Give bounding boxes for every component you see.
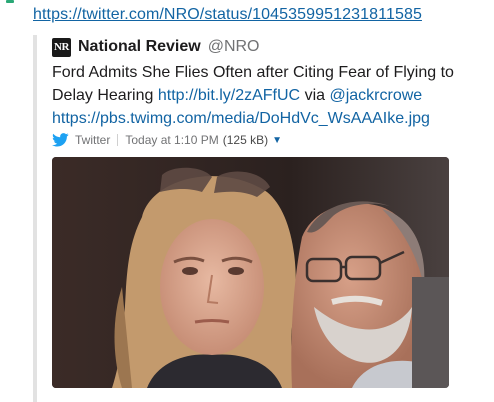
previous-message-fragment (0, 0, 494, 4)
tweet-photo[interactable] (52, 157, 449, 388)
photo-image (52, 157, 449, 388)
via-label: via (304, 87, 326, 104)
twitter-bird-icon (52, 133, 69, 147)
tweet-short-link[interactable]: http://bit.ly/2zAFfUC (158, 87, 300, 104)
timestamp[interactable]: Today at 1:10 PM (125, 133, 218, 147)
caret-down-icon[interactable]: ▼ (272, 135, 282, 146)
via-handle-link[interactable]: @jackrcrowe (329, 87, 422, 104)
tweet-footer: Twitter Today at 1:10 PM (125 kB) ▼ (52, 132, 282, 148)
presence-indicator (6, 0, 14, 3)
author-handle[interactable]: @NRO (208, 38, 260, 56)
tweet-text: Ford Admits She Flies Often after Citing… (52, 61, 492, 130)
author-logo[interactable]: NR (52, 37, 71, 57)
tweet-author-row: NR National Review @NRO (52, 37, 260, 57)
file-size: (125 kB) (222, 133, 269, 147)
footer-divider (117, 134, 119, 146)
tweet-url-link[interactable]: https://twitter.com/NRO/status/104535995… (33, 6, 422, 24)
author-name[interactable]: National Review (78, 38, 201, 56)
tweet-unfurl-attachment: NR National Review @NRO Ford Admits She … (33, 35, 494, 402)
media-link[interactable]: https://pbs.twimg.com/media/DoHdVc_WsAAA… (52, 110, 430, 127)
service-name: Twitter (75, 133, 111, 147)
